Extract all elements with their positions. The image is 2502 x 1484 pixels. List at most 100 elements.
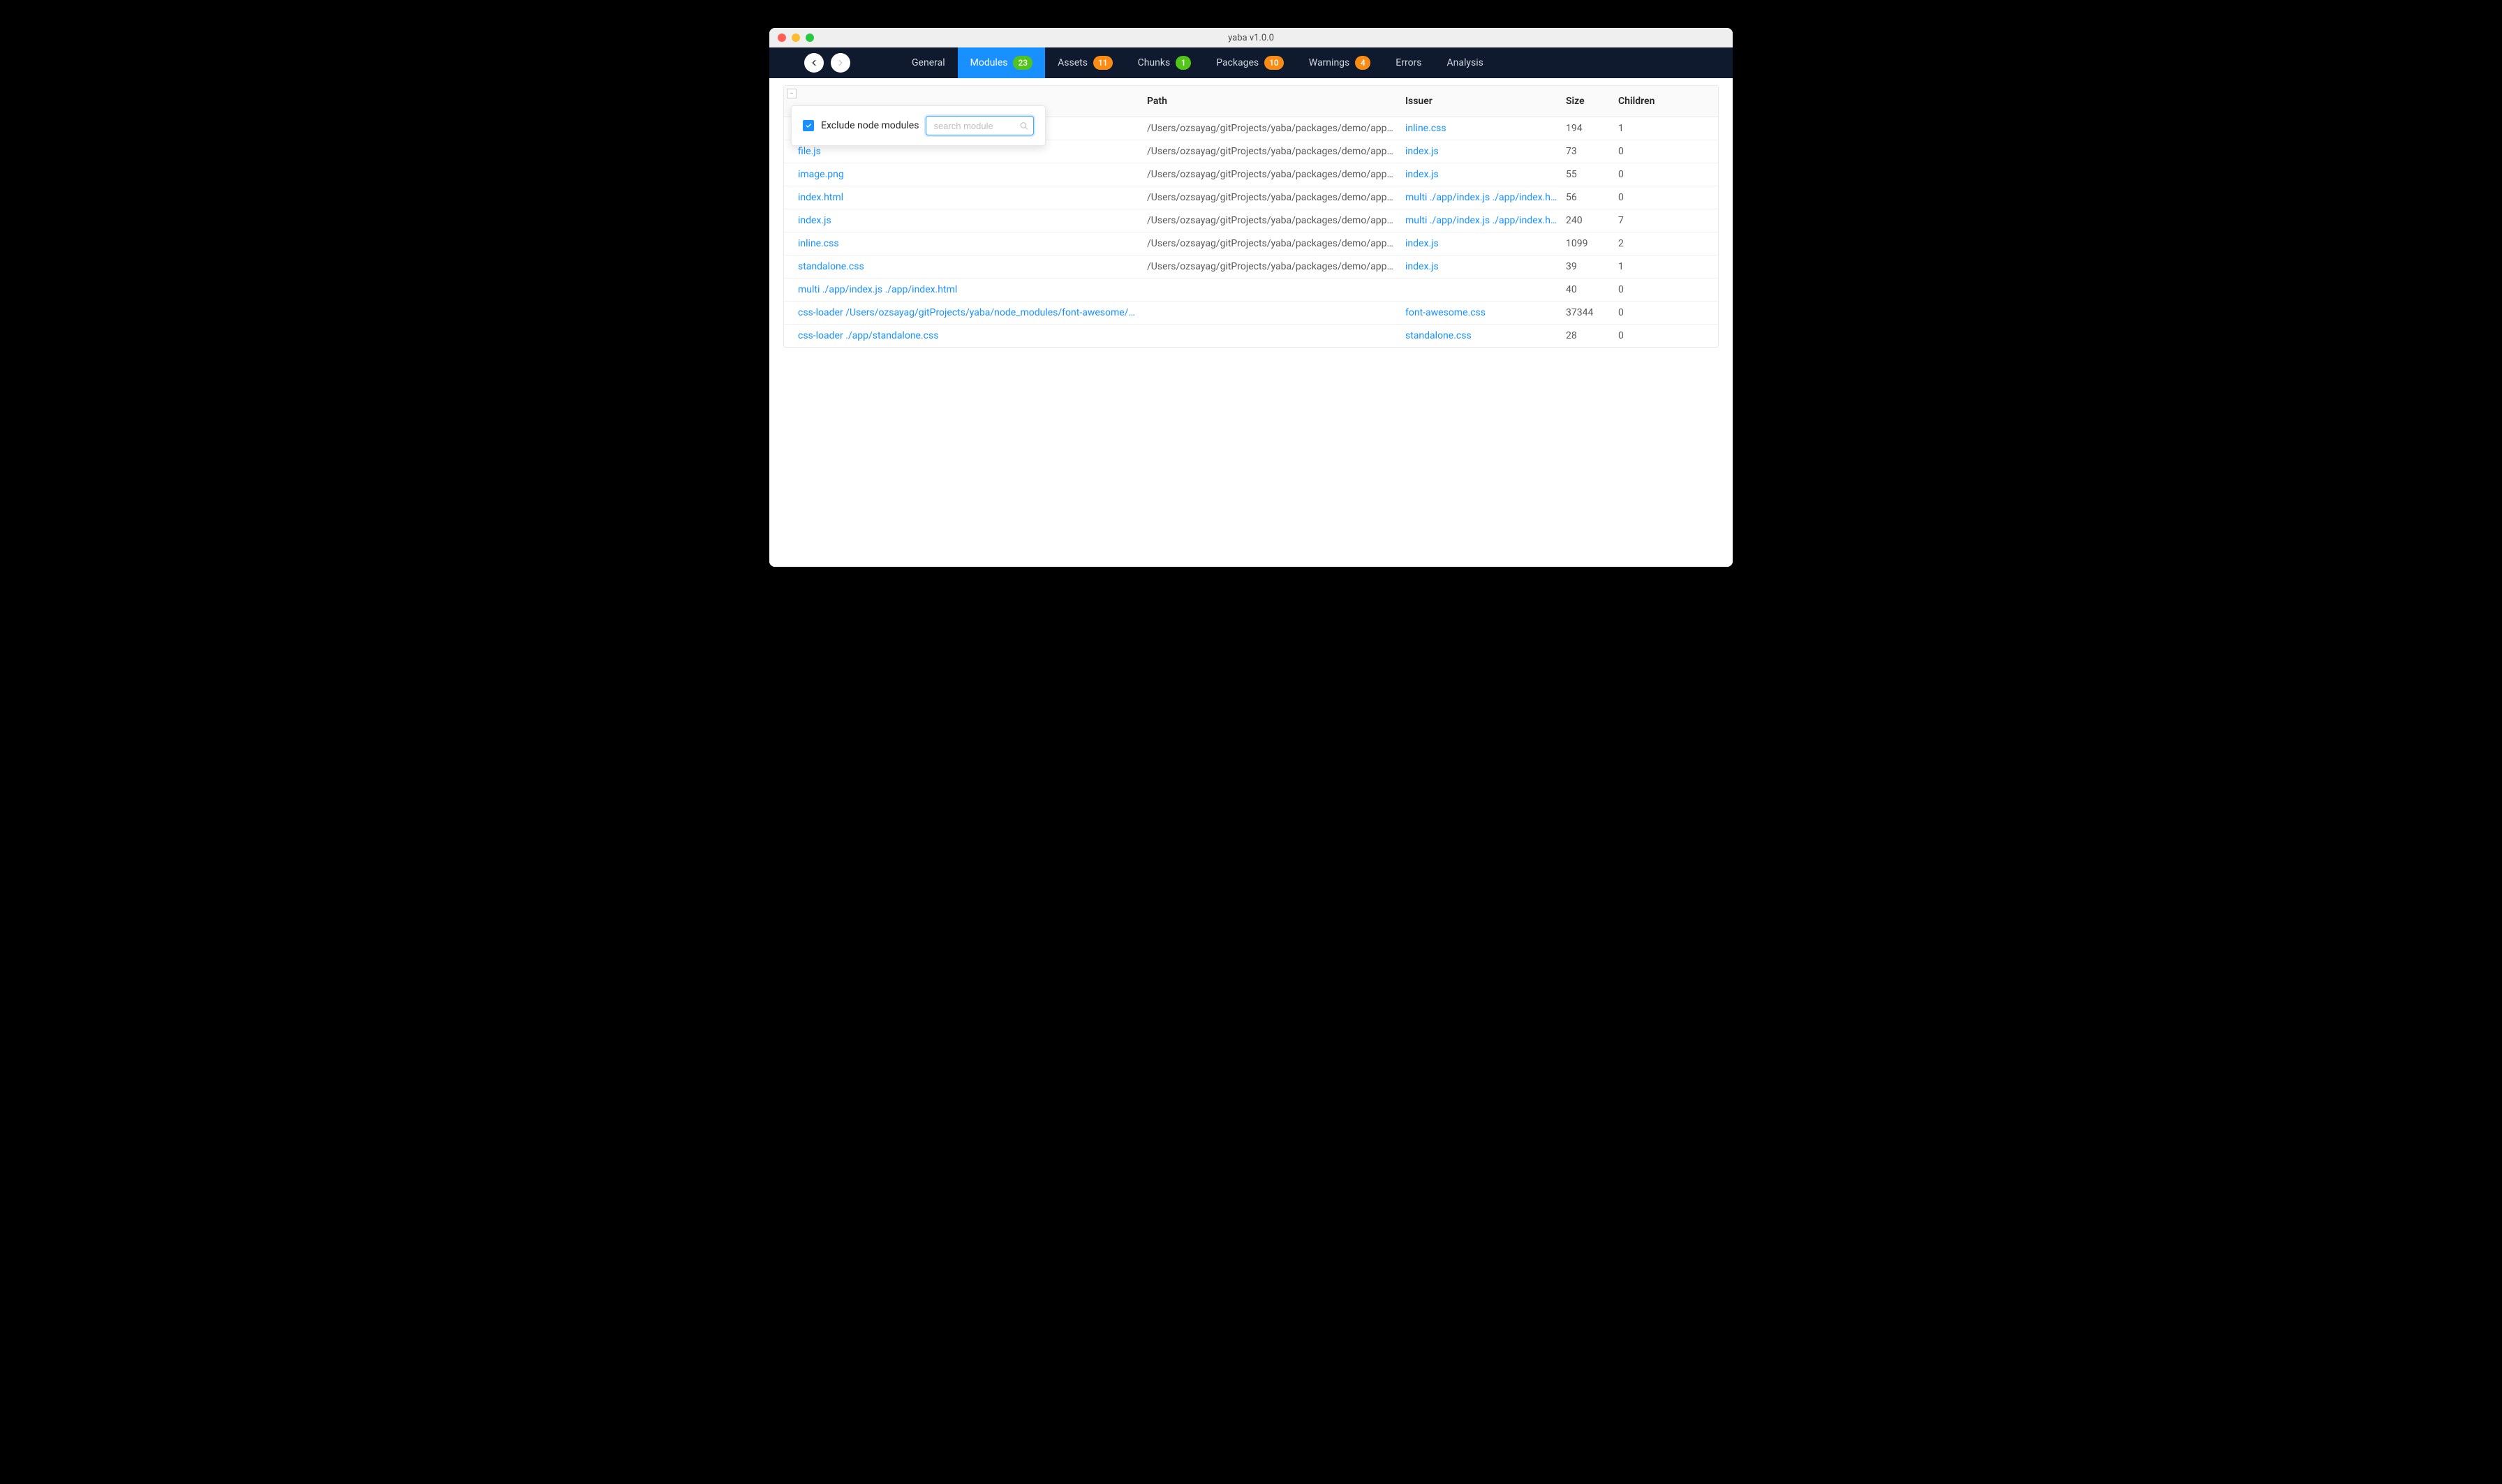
module-name-link[interactable]: css-loader ./app/standalone.css — [798, 330, 1147, 341]
tab-badge: 11 — [1093, 56, 1113, 70]
table-row: inline.css/Users/ozsayag/gitProjects/yab… — [784, 232, 1718, 255]
header-issuer[interactable]: Issuer — [1405, 96, 1566, 107]
modules-panel: − Exclude node modules Path Issuer Size — [783, 85, 1719, 348]
module-name-link[interactable]: css-loader /Users/ozsayag/gitProjects/ya… — [798, 307, 1147, 318]
table-body: /Users/ozsayag/gitProjects/yaba/packages… — [784, 117, 1718, 347]
module-path: /Users/ozsayag/gitProjects/yaba/packages… — [1147, 261, 1405, 272]
tab-label: Chunks — [1138, 57, 1171, 68]
module-name-link[interactable]: index.js — [798, 215, 1147, 226]
tab-label: Assets — [1058, 57, 1088, 68]
module-size: 55 — [1566, 169, 1618, 180]
module-size: 28 — [1566, 330, 1618, 341]
module-size: 40 — [1566, 284, 1618, 295]
tab-warnings[interactable]: Warnings 4 — [1296, 47, 1384, 78]
module-size: 240 — [1566, 215, 1618, 226]
module-size: 1099 — [1566, 238, 1618, 249]
module-issuer-link[interactable]: inline.css — [1405, 123, 1566, 134]
module-issuer-link[interactable]: index.js — [1405, 238, 1566, 249]
table-row: css-loader ./app/standalone.css standalon… — [784, 325, 1718, 347]
app-window: yaba v1.0.0 GeneralModules23Assets11Chun… — [769, 28, 1733, 567]
module-issuer-link[interactable]: multi ./app/index.js ./app/index.html — [1405, 215, 1566, 226]
tab-label: Packages — [1216, 57, 1259, 68]
search-icon — [1019, 121, 1028, 131]
close-window-button[interactable] — [778, 34, 786, 42]
module-path: /Users/ozsayag/gitProjects/yaba/packages… — [1147, 146, 1405, 157]
tab-label: General — [912, 57, 945, 68]
header-children[interactable]: Children — [1618, 96, 1674, 107]
table-row: index.html/Users/ozsayag/gitProjects/yab… — [784, 186, 1718, 209]
module-path: /Users/ozsayag/gitProjects/yaba/packages… — [1147, 238, 1405, 249]
header-path[interactable]: Path — [1147, 96, 1405, 107]
module-path: /Users/ozsayag/gitProjects/yaba/packages… — [1147, 169, 1405, 180]
table-row: index.js/Users/ozsayag/gitProjects/yaba/… — [784, 209, 1718, 232]
module-name-link[interactable]: multi ./app/index.js ./app/index.html — [798, 284, 1147, 295]
window-title: yaba v1.0.0 — [1228, 33, 1274, 43]
exclude-node-modules-checkbox[interactable] — [803, 120, 814, 131]
back-button[interactable] — [804, 53, 824, 73]
tab-errors[interactable]: Errors — [1383, 47, 1434, 78]
tab-label: Warnings — [1309, 57, 1350, 68]
module-name-link[interactable]: image.png — [798, 169, 1147, 180]
module-children: 2 — [1618, 238, 1674, 249]
tab-general[interactable]: General — [899, 47, 958, 78]
tab-label: Analysis — [1447, 57, 1483, 68]
tab-badge: 23 — [1013, 56, 1032, 70]
module-issuer-link[interactable]: font-awesome.css — [1405, 307, 1566, 318]
content-area: − Exclude node modules Path Issuer Size — [769, 78, 1733, 567]
table-row: image.png/Users/ozsayag/gitProjects/yaba… — [784, 163, 1718, 186]
module-children: 0 — [1618, 192, 1674, 203]
module-children: 0 — [1618, 146, 1674, 157]
filter-popup: Exclude node modules — [791, 105, 1046, 146]
table-row: css-loader /Users/ozsayag/gitProjects/ya… — [784, 302, 1718, 325]
module-size: 56 — [1566, 192, 1618, 203]
module-path: /Users/ozsayag/gitProjects/yaba/packages… — [1147, 192, 1405, 203]
module-children: 0 — [1618, 307, 1674, 318]
tab-analysis[interactable]: Analysis — [1435, 47, 1496, 78]
nav-tabs: General Modules 23 Assets 11 Chunks 1 Packages 1… — [899, 47, 1496, 78]
exclude-node-modules-label: Exclude node modules — [821, 120, 919, 131]
module-path: /Users/ozsayag/gitProjects/yaba/packages… — [1147, 215, 1405, 226]
module-children: 0 — [1618, 330, 1674, 341]
module-size: 194 — [1566, 123, 1618, 134]
module-size: 37344 — [1566, 307, 1618, 318]
module-children: 0 — [1618, 169, 1674, 180]
module-size: 73 — [1566, 146, 1618, 157]
minimize-window-button[interactable] — [792, 34, 800, 42]
search-module-input[interactable] — [926, 116, 1034, 135]
module-children: 0 — [1618, 284, 1674, 295]
module-children: 7 — [1618, 215, 1674, 226]
tab-badge: 1 — [1176, 56, 1191, 70]
tab-label: Modules — [970, 57, 1008, 68]
header-size[interactable]: Size — [1566, 96, 1618, 107]
tab-badge: 10 — [1264, 56, 1284, 70]
module-path: /Users/ozsayag/gitProjects/yaba/packages… — [1147, 123, 1405, 134]
maximize-window-button[interactable] — [806, 34, 814, 42]
module-size: 39 — [1566, 261, 1618, 272]
table-row: standalone.css/Users/ozsayag/gitProjects… — [784, 255, 1718, 279]
nav-history-buttons — [804, 53, 850, 73]
module-children: 1 — [1618, 261, 1674, 272]
collapse-toggle[interactable]: − — [787, 89, 797, 98]
tab-packages[interactable]: Packages 10 — [1204, 47, 1296, 78]
navbar: General Modules 23 Assets 11 Chunks 1 Packages 1… — [769, 47, 1733, 78]
module-name-link[interactable]: index.html — [798, 192, 1147, 203]
tab-modules[interactable]: Modules 23 — [958, 47, 1046, 78]
tab-assets[interactable]: Assets 11 — [1045, 47, 1125, 78]
module-issuer-link[interactable]: index.js — [1405, 169, 1566, 180]
titlebar: yaba v1.0.0 — [769, 28, 1733, 47]
traffic-lights — [778, 34, 814, 42]
module-issuer-link[interactable]: index.js — [1405, 146, 1566, 157]
tab-badge: 4 — [1355, 56, 1370, 70]
module-issuer-link[interactable]: multi ./app/index.js ./app/index.html — [1405, 192, 1566, 203]
tab-chunks[interactable]: Chunks 1 — [1125, 47, 1204, 78]
tab-label: Errors — [1396, 57, 1421, 68]
module-issuer-link[interactable]: index.js — [1405, 261, 1566, 272]
module-name-link[interactable]: standalone.css — [798, 261, 1147, 272]
forward-button[interactable] — [831, 53, 850, 73]
module-children: 1 — [1618, 123, 1674, 134]
table-row: multi ./app/index.js ./app/index.html 400 — [784, 279, 1718, 302]
module-name-link[interactable]: file.js — [798, 146, 1147, 157]
module-name-link[interactable]: inline.css — [798, 238, 1147, 249]
module-issuer-link[interactable]: standalone.css — [1405, 330, 1566, 341]
search-wrap — [926, 116, 1034, 135]
